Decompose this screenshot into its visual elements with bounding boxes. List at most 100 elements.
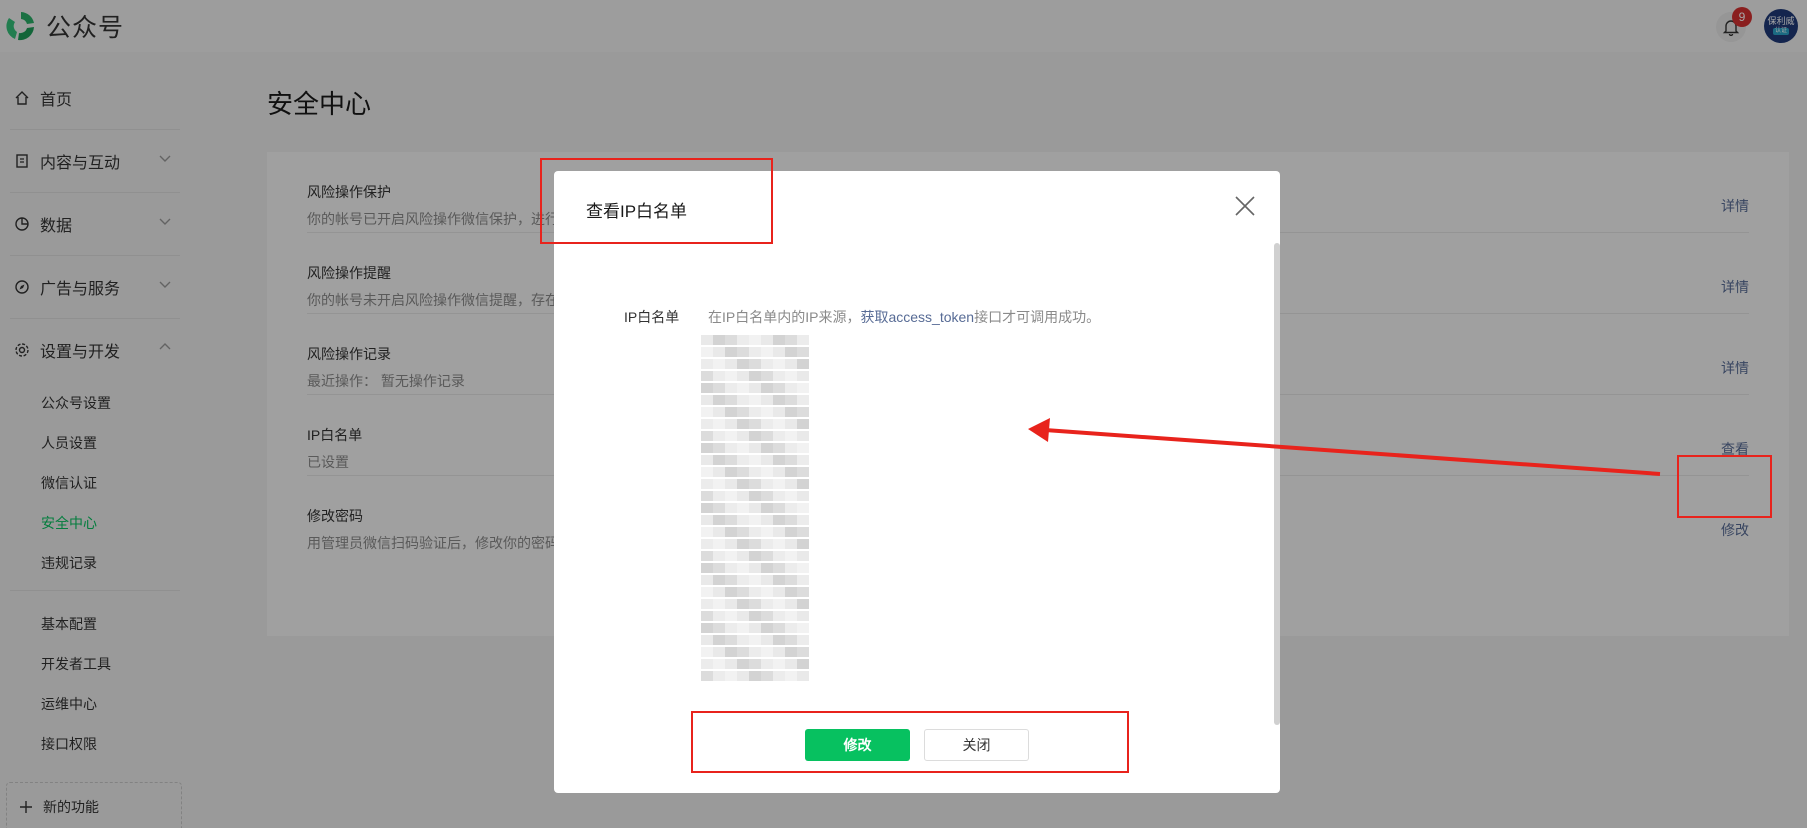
redacted-ip-block [701,383,713,393]
redacted-ip-block [725,515,737,525]
redacted-ip-block [761,347,773,357]
redacted-ip-block [725,635,737,645]
redacted-ip-block [701,635,713,645]
redacted-ip-block [725,611,737,621]
redacted-ip-block [773,467,785,477]
redacted-ip-block [701,575,713,585]
redacted-ip-block [725,659,737,669]
redacted-ip-block [713,611,725,621]
redacted-ip-block [725,395,737,405]
redacted-ip-block [713,503,725,513]
redacted-ip-block [737,491,749,501]
redacted-ip-block [785,359,797,369]
redacted-ip-block [761,383,773,393]
redacted-ip-block [797,623,809,633]
redacted-ip-block [725,539,737,549]
dialog-scrollbar[interactable] [1274,243,1280,725]
redacted-ip-block [761,671,773,681]
redacted-ip-block [761,371,773,381]
redacted-ip-block [797,347,809,357]
redacted-ip-block [713,455,725,465]
redacted-ip-block [749,515,761,525]
redacted-ip-block [701,527,713,537]
redacted-ip-block [749,647,761,657]
redacted-ip-block [773,563,785,573]
redacted-ip-block [749,623,761,633]
redacted-ip-block [749,539,761,549]
redacted-ip-block [737,407,749,417]
close-icon[interactable] [1234,195,1256,217]
redacted-ip-block [713,563,725,573]
redacted-ip-block [773,419,785,429]
redacted-ip-block [701,335,713,345]
redacted-ip-block [773,671,785,681]
redacted-ip-block [713,527,725,537]
access-token-link[interactable]: 获取access_token [860,309,974,325]
redacted-ip-block [773,479,785,489]
redacted-ip-block [701,371,713,381]
redacted-ip-block [737,671,749,681]
redacted-ip-block [773,623,785,633]
redacted-ip-block [785,419,797,429]
redacted-ip-block [749,419,761,429]
redacted-ip-block [761,395,773,405]
redacted-ip-block [725,503,737,513]
redacted-ip-block [797,611,809,621]
redacted-ip-block [785,563,797,573]
redacted-ip-block [785,491,797,501]
redacted-ip-block [725,491,737,501]
redacted-ip-block [773,503,785,513]
redacted-ip-block [749,587,761,597]
annotation-box-buttons [691,711,1129,773]
redacted-ip-block [773,407,785,417]
hint-text: 接口才可调用成功。 [974,309,1101,325]
redacted-ip-block [725,371,737,381]
redacted-ip-block [761,407,773,417]
redacted-ip-block [749,359,761,369]
field-label: IP白名单 [624,309,680,325]
redacted-ip-block [725,527,737,537]
redacted-ip-block [713,587,725,597]
redacted-ip-block [761,431,773,441]
annotation-box-view-link [1677,455,1772,518]
redacted-ip-block [749,479,761,489]
redacted-ip-block [797,383,809,393]
redacted-ip-block [749,659,761,669]
redacted-ip-block [701,443,713,453]
redacted-ip-block [737,431,749,441]
redacted-ip-block [761,623,773,633]
redacted-ip-block [737,587,749,597]
redacted-ip-block [725,587,737,597]
redacted-ip-block [761,635,773,645]
redacted-ip-block [797,563,809,573]
redacted-ip-block [797,491,809,501]
redacted-ip-block [701,455,713,465]
redacted-ip-block [701,467,713,477]
redacted-ip-block [725,599,737,609]
redacted-ip-block [761,587,773,597]
redacted-ip-block [713,623,725,633]
redacted-ip-block [797,551,809,561]
redacted-ip-block [737,455,749,465]
redacted-ip-block [701,395,713,405]
redacted-ip-block [761,419,773,429]
redacted-ip-block [797,599,809,609]
redacted-ip-block [773,395,785,405]
redacted-ip-block [713,575,725,585]
redacted-ip-block [797,359,809,369]
redacted-ip-block [737,551,749,561]
redacted-ip-block [773,371,785,381]
redacted-ip-block [725,479,737,489]
redacted-ip-block [761,467,773,477]
redacted-ip-block [749,563,761,573]
redacted-ip-block [797,455,809,465]
redacted-ip-block [737,335,749,345]
redacted-ip-block [749,527,761,537]
redacted-ip-block [785,539,797,549]
redacted-ip-block [773,383,785,393]
field-hint: 在IP白名单内的IP来源，获取access_token接口才可调用成功。 [708,307,1100,327]
redacted-ip-block [761,491,773,501]
redacted-ip-block [785,467,797,477]
redacted-ip-block [773,347,785,357]
redacted-ip-block [725,383,737,393]
